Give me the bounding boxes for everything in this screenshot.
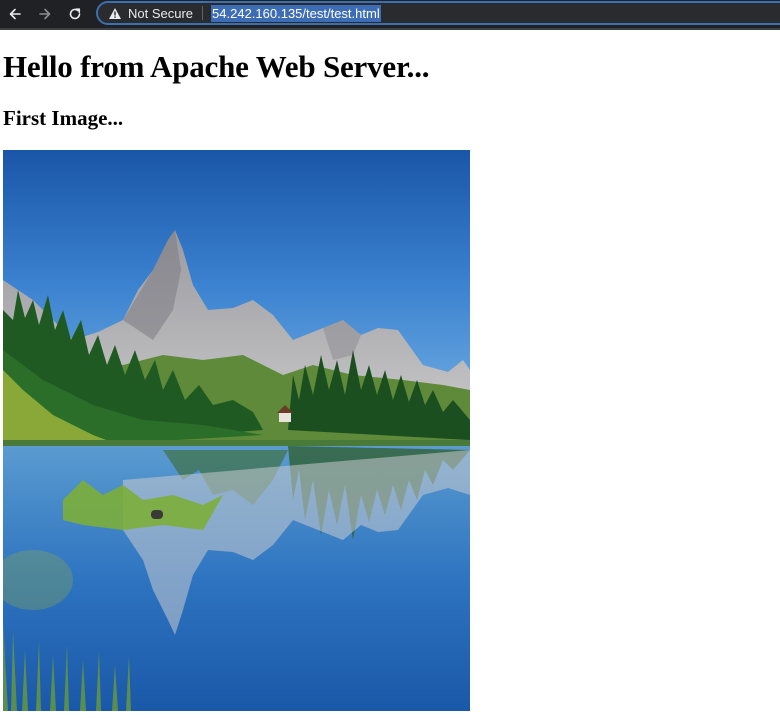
reload-button[interactable] — [64, 3, 86, 25]
url-text[interactable]: 54.242.160.135/test/test.html — [211, 4, 381, 22]
security-status-label[interactable]: Not Secure — [128, 6, 193, 21]
landscape-image — [3, 150, 470, 711]
arrow-left-icon — [9, 8, 21, 20]
browser-toolbar: Not Secure 54.242.160.135/test/test.html — [0, 0, 780, 28]
reload-icon — [69, 8, 81, 20]
omnibox-divider — [202, 6, 204, 20]
page-content: Hello from Apache Web Server... First Im… — [0, 30, 780, 718]
forward-button[interactable] — [34, 3, 56, 25]
warning-icon[interactable] — [108, 6, 122, 20]
page-heading: Hello from Apache Web Server... — [3, 49, 430, 84]
address-bar[interactable]: Not Secure 54.242.160.135/test/test.html — [96, 1, 780, 25]
image-caption: First Image... — [3, 106, 124, 130]
arrow-right-icon — [39, 8, 51, 20]
back-button[interactable] — [4, 3, 26, 25]
